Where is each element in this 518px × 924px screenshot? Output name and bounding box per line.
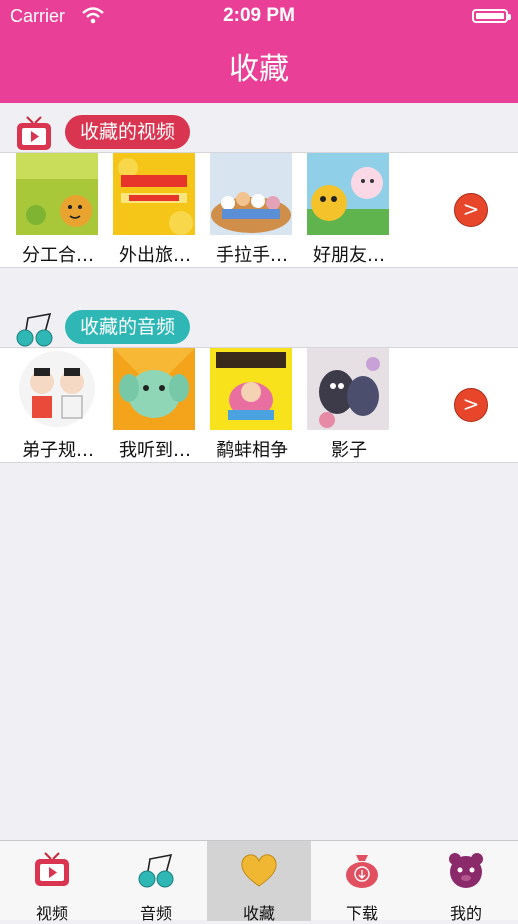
nav-bar: Carrier 2:09 PM 收藏 [0, 0, 518, 103]
music-note-icon [16, 312, 53, 347]
video-thumbnail [210, 153, 292, 235]
clock: 2:09 PM [223, 5, 295, 26]
battery-icon [472, 9, 511, 23]
video-title: 好朋友… [313, 245, 385, 266]
status-bar: Carrier 2:09 PM [0, 0, 518, 34]
video-thumbnail [307, 153, 389, 235]
tab-favorites[interactable]: 收藏 [207, 841, 311, 923]
video-item[interactable]: 好朋友… [301, 153, 391, 269]
video-title: 手拉手… [216, 245, 288, 266]
audio-item[interactable]: 鹬蚌相争 [204, 348, 294, 464]
audio-thumbnail [210, 348, 292, 430]
video-title: 外出旅… [119, 245, 191, 266]
download-bag-icon [346, 855, 378, 888]
more-audios-button[interactable]: > [454, 388, 488, 422]
audio-item[interactable]: 我听到… [107, 348, 197, 464]
audio-thumbnail [16, 348, 98, 430]
video-item[interactable]: 分工合… [10, 153, 100, 269]
favorite-audios-row: 弟子规… 我听到… 鹬蚌相争 影子 > [0, 347, 518, 463]
video-title: 分工合… [22, 245, 94, 266]
more-videos-button[interactable]: > [454, 193, 488, 227]
tab-profile[interactable]: 我的 [414, 841, 518, 923]
video-thumbnail [16, 153, 98, 235]
favorite-audios-label: 收藏的音频 [65, 310, 191, 344]
audio-item[interactable]: 弟子规… [10, 348, 100, 464]
video-item[interactable]: 外出旅… [107, 153, 197, 269]
audio-title: 弟子规… [22, 440, 94, 461]
tab-label: 收藏 [242, 904, 275, 923]
video-item[interactable]: 手拉手… [204, 153, 294, 269]
favorite-videos-label: 收藏的视频 [65, 115, 191, 149]
page-title: 收藏 [229, 52, 289, 87]
favorite-videos-row: 分工合… 外出旅… 手拉手… 好朋友… > [0, 152, 518, 268]
audio-title: 我听到… [119, 440, 191, 461]
video-section-header: 收藏的视频 [0, 107, 518, 155]
audio-section-header: 收藏的音频 [0, 302, 518, 350]
tab-label: 视频 [35, 904, 68, 923]
tv-icon [35, 852, 69, 886]
heart-icon [241, 854, 277, 887]
audio-thumbnail [113, 348, 195, 430]
tab-label: 下载 [345, 904, 378, 923]
tab-bar: 视频 音频 收藏 下载 我的 [0, 840, 518, 923]
tv-icon [17, 116, 51, 150]
audio-title: 鹬蚌相争 [216, 440, 288, 461]
audio-title: 影子 [331, 440, 367, 461]
tab-download[interactable]: 下载 [310, 841, 414, 923]
tab-label: 音频 [139, 904, 172, 923]
tab-video[interactable]: 视频 [0, 841, 104, 923]
audio-thumbnail [307, 348, 389, 430]
video-thumbnail [113, 153, 195, 235]
tab-label: 我的 [449, 904, 482, 923]
tab-audio[interactable]: 音频 [104, 841, 208, 923]
audio-item[interactable]: 影子 [301, 348, 391, 464]
bear-face-icon [449, 853, 483, 888]
music-note-icon [138, 853, 174, 888]
